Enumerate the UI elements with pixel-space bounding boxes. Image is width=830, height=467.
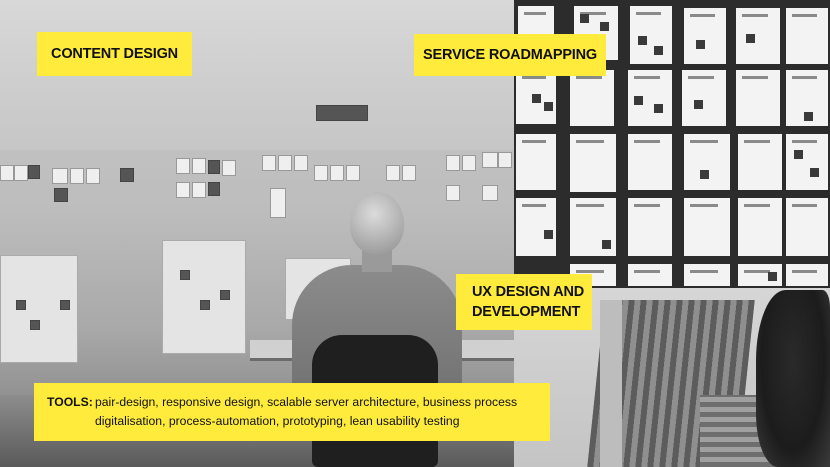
sticky-note — [28, 165, 40, 179]
sticky-note — [482, 152, 498, 168]
roadmap-sheet — [738, 198, 782, 256]
sticky-square — [810, 168, 819, 177]
sticky-note — [402, 165, 416, 181]
ux-label-line1: UX DESIGN AND — [472, 284, 585, 300]
ux-design-label: UX DESIGN AND DEVELOPMENT — [456, 274, 592, 330]
sticky-note — [482, 185, 498, 201]
person-head — [350, 192, 404, 254]
sticky-note — [446, 155, 460, 171]
sticky-note — [60, 300, 70, 310]
roadmap-sheet — [786, 8, 828, 64]
sticky-note — [0, 165, 14, 181]
service-roadmapping-label: SERVICE ROADMAPPING — [414, 34, 606, 76]
sticky-note — [176, 158, 190, 174]
roadmap-sheet — [630, 6, 672, 64]
roadmap-sheet — [738, 134, 782, 190]
tools-line-1: pair-design, responsive design, scalable… — [95, 395, 518, 409]
sticky-note — [120, 168, 134, 182]
sticky-note — [220, 290, 230, 300]
sticky-note — [270, 188, 286, 218]
slide-canvas: CONTENT DESIGN SERVICE ROADMAPPING UX DE… — [0, 0, 830, 467]
sticky-square — [602, 240, 611, 249]
sticky-note — [180, 270, 190, 280]
sticky-note — [208, 182, 220, 196]
sticky-square — [638, 36, 647, 45]
tools-box: TOOLS: pair-design, responsive design, s… — [34, 383, 550, 441]
ux-label-line2: DEVELOPMENT — [472, 304, 581, 320]
sticky-note — [70, 168, 84, 184]
roadmap-sheet — [786, 264, 828, 286]
sticky-square — [600, 22, 609, 31]
tools-row-1: TOOLS: pair-design, responsive design, s… — [47, 393, 540, 412]
roadmap-sheet — [570, 70, 614, 126]
paper-sheet — [162, 240, 246, 354]
sticky-square — [694, 100, 703, 109]
roadmap-sheet — [736, 8, 780, 64]
sticky-square — [794, 150, 803, 159]
sticky-square — [544, 102, 553, 111]
sticky-note — [14, 165, 28, 181]
roadmap-sheet — [684, 8, 726, 64]
sticky-square — [634, 96, 643, 105]
roadmap-sheet — [682, 70, 726, 126]
roadmap-sheet — [628, 134, 672, 190]
sticky-note — [462, 155, 476, 171]
sticky-note — [86, 168, 100, 184]
roadmap-sheet — [516, 198, 556, 256]
sticky-note — [386, 165, 400, 181]
sticky-note — [314, 165, 328, 181]
sticky-square — [700, 170, 709, 179]
roadmap-sheet — [684, 198, 730, 256]
sticky-note — [498, 152, 512, 168]
roadmap-sheet — [786, 198, 828, 256]
sticky-note — [16, 300, 26, 310]
sticky-note — [222, 160, 236, 176]
sticky-note — [208, 160, 220, 174]
sticky-note — [54, 188, 68, 202]
roadmap-sheet — [736, 70, 780, 126]
sticky-note — [294, 155, 308, 171]
content-design-label: CONTENT DESIGN — [37, 32, 192, 76]
sticky-note — [192, 158, 206, 174]
roadmap-sheet — [684, 134, 730, 190]
tools-key: TOOLS: — [47, 395, 93, 409]
sticky-square — [804, 112, 813, 121]
roadmap-sheet — [628, 198, 672, 256]
roadmap-sheet — [628, 264, 672, 286]
sticky-note — [30, 320, 40, 330]
sticky-square — [580, 14, 589, 23]
sticky-square — [696, 40, 705, 49]
sticky-square — [532, 94, 541, 103]
sticky-square — [768, 272, 777, 281]
sticky-square — [746, 34, 755, 43]
sticky-note — [262, 155, 276, 171]
tools-line-2: digitalisation, process-automation, prot… — [95, 414, 460, 428]
sticky-note — [446, 185, 460, 201]
sticky-note — [176, 182, 190, 198]
wall-sign — [316, 105, 368, 121]
office-tower-side — [600, 300, 622, 467]
roadmap-sheet — [570, 134, 616, 192]
tree — [756, 290, 830, 467]
sticky-note — [52, 168, 68, 184]
sticky-note — [278, 155, 292, 171]
roadmap-sheet — [684, 264, 730, 286]
sticky-note — [330, 165, 344, 181]
sticky-note — [346, 165, 360, 181]
sticky-note — [200, 300, 210, 310]
sticky-square — [544, 230, 553, 239]
sticky-square — [654, 104, 663, 113]
sticky-note — [192, 182, 206, 198]
roadmap-sheet — [786, 134, 828, 190]
sticky-square — [654, 46, 663, 55]
roadmap-sheet — [516, 134, 556, 190]
